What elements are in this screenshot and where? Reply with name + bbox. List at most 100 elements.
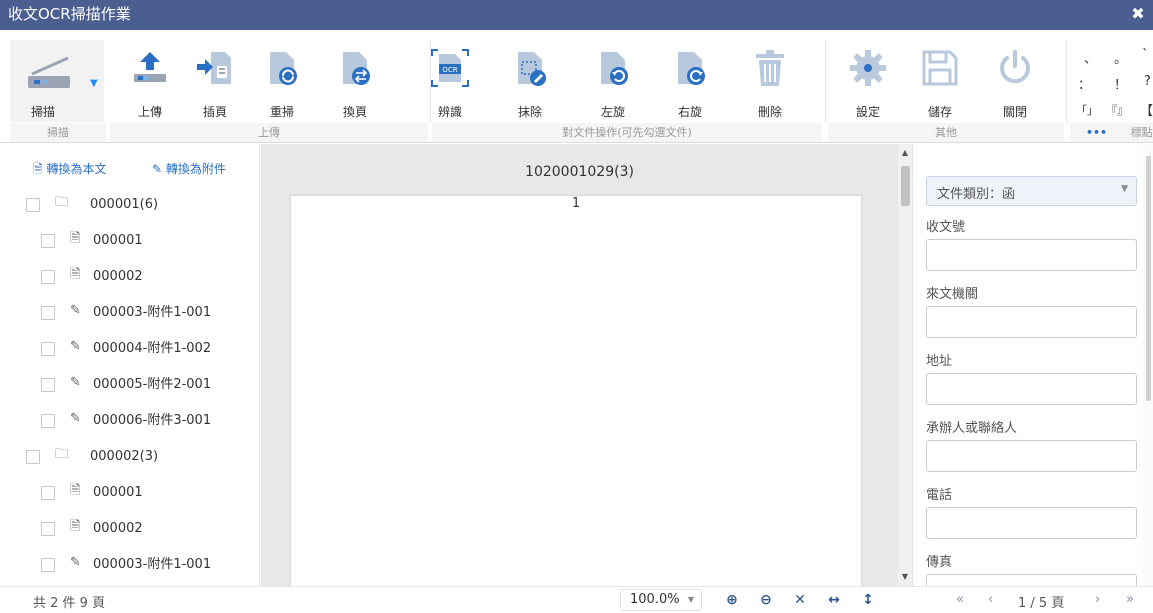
zoom-in-icon[interactable]: ⊕ [721, 589, 743, 611]
last-page-button[interactable]: » [1126, 592, 1134, 607]
punct-char[interactable]: ！ [1114, 74, 1127, 93]
field-input[interactable] [926, 239, 1137, 271]
document-category-select[interactable]: 文件類別：函 ▼ [926, 176, 1137, 206]
group-other-caption: 其他 [828, 123, 1064, 142]
insert-page-label: 插頁 [202, 105, 227, 119]
tree-file[interactable]: ✎ 000006-附件3-001 [0, 404, 259, 438]
fit-height-icon[interactable]: ↕ [857, 589, 879, 611]
zoom-out-icon[interactable]: ⊖ [755, 589, 777, 611]
punct-char[interactable]: ` [1142, 48, 1149, 63]
field-input[interactable] [926, 306, 1137, 338]
scan-label: 掃描 [30, 105, 55, 119]
tree-item-label: 000006-附件3-001 [93, 413, 212, 428]
document-icon: 🗎 [70, 483, 81, 498]
scan-dropdown-icon[interactable]: ▼ [90, 78, 98, 89]
field-input[interactable] [926, 574, 1137, 586]
tree-file[interactable]: ✎ 000003-附件1-001 [0, 296, 259, 330]
erase-label: 抹除 [517, 105, 542, 119]
close-button[interactable]: 關閉 [985, 40, 1045, 122]
field-input[interactable] [926, 440, 1137, 472]
tree-item-label: 000002 [93, 521, 143, 536]
scrollbar-thumb[interactable] [901, 166, 910, 206]
field-input[interactable] [926, 507, 1137, 539]
rescan-button[interactable]: 重掃 [252, 40, 312, 122]
punct-char[interactable]: 【 [1140, 100, 1153, 119]
swap-page-button[interactable]: 換頁 [325, 40, 385, 122]
ribbon-toolbar: ▼ 掃描 上傳 插頁 重掃 換頁 OCR 辨識 抹除 左旋 右旋 刪除 設定 儲… [0, 30, 1153, 143]
page-indicator: 1 / 5 頁 [1018, 596, 1065, 611]
save-label: 儲存 [927, 105, 952, 119]
save-icon [922, 50, 958, 86]
punct-char[interactable]: 。 [1114, 48, 1127, 67]
save-button[interactable]: 儲存 [910, 40, 970, 122]
field-input[interactable] [926, 373, 1137, 405]
group-doc-ops-caption: 對文件操作(可先勾選文件) [432, 123, 822, 142]
tree-item-checkbox[interactable] [41, 342, 55, 356]
metadata-form-panel: 文件類別：函 ▼ 收文號 來文機關 地址 承辦人或聯絡人 電話 傳真 [912, 144, 1153, 586]
close-window-button[interactable]: ✖ [1129, 5, 1147, 23]
punct-char[interactable]: 「」 [1076, 102, 1098, 118]
tree-file[interactable]: 🗎 000001 [0, 476, 259, 510]
field-label: 電話 [926, 488, 953, 503]
document-tree-panel: 🗎 轉換為本文 ✎ 轉換為附件 🗀 000001(6) 🗎 000001 🗎 000002… [0, 144, 260, 586]
convert-to-attachment-link[interactable]: ✎ 轉換為附件 [152, 160, 226, 177]
tree-item-checkbox[interactable] [26, 198, 40, 212]
chevron-down-icon: ▼ [1121, 184, 1128, 194]
first-page-button[interactable]: « [956, 592, 964, 607]
trash-icon [756, 50, 784, 86]
settings-label: 設定 [855, 105, 880, 119]
rescan-icon [270, 52, 297, 85]
rotate-left-button[interactable]: 左旋 [583, 40, 643, 122]
tree-item-label: 000001 [93, 485, 143, 500]
field-label: 傳真 [926, 555, 953, 570]
more-icon[interactable]: ••• [1086, 126, 1107, 139]
tree-folder[interactable]: 🗀 000002(3) [0, 440, 259, 474]
erase-button[interactable]: 抹除 [500, 40, 560, 122]
viewer-scrollbar[interactable]: ▲ ▼ [898, 144, 912, 586]
punct-char[interactable]: ： [1078, 74, 1091, 93]
tree-file[interactable]: 🗎 000001 [0, 224, 259, 258]
insert-page-button[interactable]: 插頁 [185, 40, 245, 122]
tree-item-checkbox[interactable] [41, 522, 55, 536]
scan-button[interactable]: ▼ 掃描 [10, 40, 104, 122]
tree-item-checkbox[interactable] [41, 486, 55, 500]
tree-item-checkbox[interactable] [41, 414, 55, 428]
rotate-left-icon [601, 52, 628, 85]
tree-file[interactable]: 🗎 000002 [0, 512, 259, 546]
group-punct-caption: ••• 標點 [1070, 123, 1153, 142]
form-scrollbar[interactable] [1143, 144, 1153, 586]
delete-button[interactable]: 刪除 [740, 40, 800, 122]
convert-to-attachment-label: 轉換為附件 [165, 162, 226, 176]
tree-item-checkbox[interactable] [41, 270, 55, 284]
tree-file[interactable]: ✎ 000004-附件1-002 [0, 332, 259, 366]
prev-page-button[interactable]: ‹ [988, 592, 993, 607]
tree-file[interactable]: ✎ 000003-附件1-001 [0, 548, 259, 582]
scroll-up-icon[interactable]: ▲ [898, 148, 912, 157]
upload-icon [134, 52, 166, 82]
field-label: 來文機關 [926, 287, 979, 302]
punct-char[interactable]: 、 [1084, 48, 1097, 67]
tree-item-label: 000001(6) [90, 197, 159, 212]
next-page-button[interactable]: › [1095, 592, 1100, 607]
fit-width-icon[interactable]: ↔ [823, 589, 845, 611]
tree-file[interactable]: ✎ 000005-附件2-001 [0, 368, 259, 402]
tree-item-checkbox[interactable] [41, 558, 55, 572]
ocr-button[interactable]: OCR 辨識 [420, 40, 480, 122]
tree-folder[interactable]: 🗀 000001(6) [0, 188, 259, 222]
tree-item-checkbox[interactable] [41, 378, 55, 392]
convert-to-text-link[interactable]: 🗎 轉換為本文 [33, 160, 107, 181]
punct-char[interactable]: 『』 [1106, 102, 1128, 118]
upload-button[interactable]: 上傳 [120, 40, 180, 122]
document-icon: 🗎 [33, 162, 43, 176]
zoom-select[interactable]: 100.0% ▼ [620, 589, 702, 611]
punct-char[interactable]: ? [1144, 74, 1151, 89]
settings-button[interactable]: 設定 [838, 40, 898, 122]
rotate-right-button[interactable]: 右旋 [660, 40, 720, 122]
tree-file[interactable]: 🗎 000002 [0, 260, 259, 294]
tree-item-checkbox[interactable] [41, 234, 55, 248]
tree-item-checkbox[interactable] [26, 450, 40, 464]
scroll-down-icon[interactable]: ▼ [898, 572, 912, 581]
tree-item-checkbox[interactable] [41, 306, 55, 320]
fit-page-icon[interactable]: ✕ [789, 589, 811, 611]
form-scrollbar-thumb[interactable] [1146, 156, 1151, 401]
